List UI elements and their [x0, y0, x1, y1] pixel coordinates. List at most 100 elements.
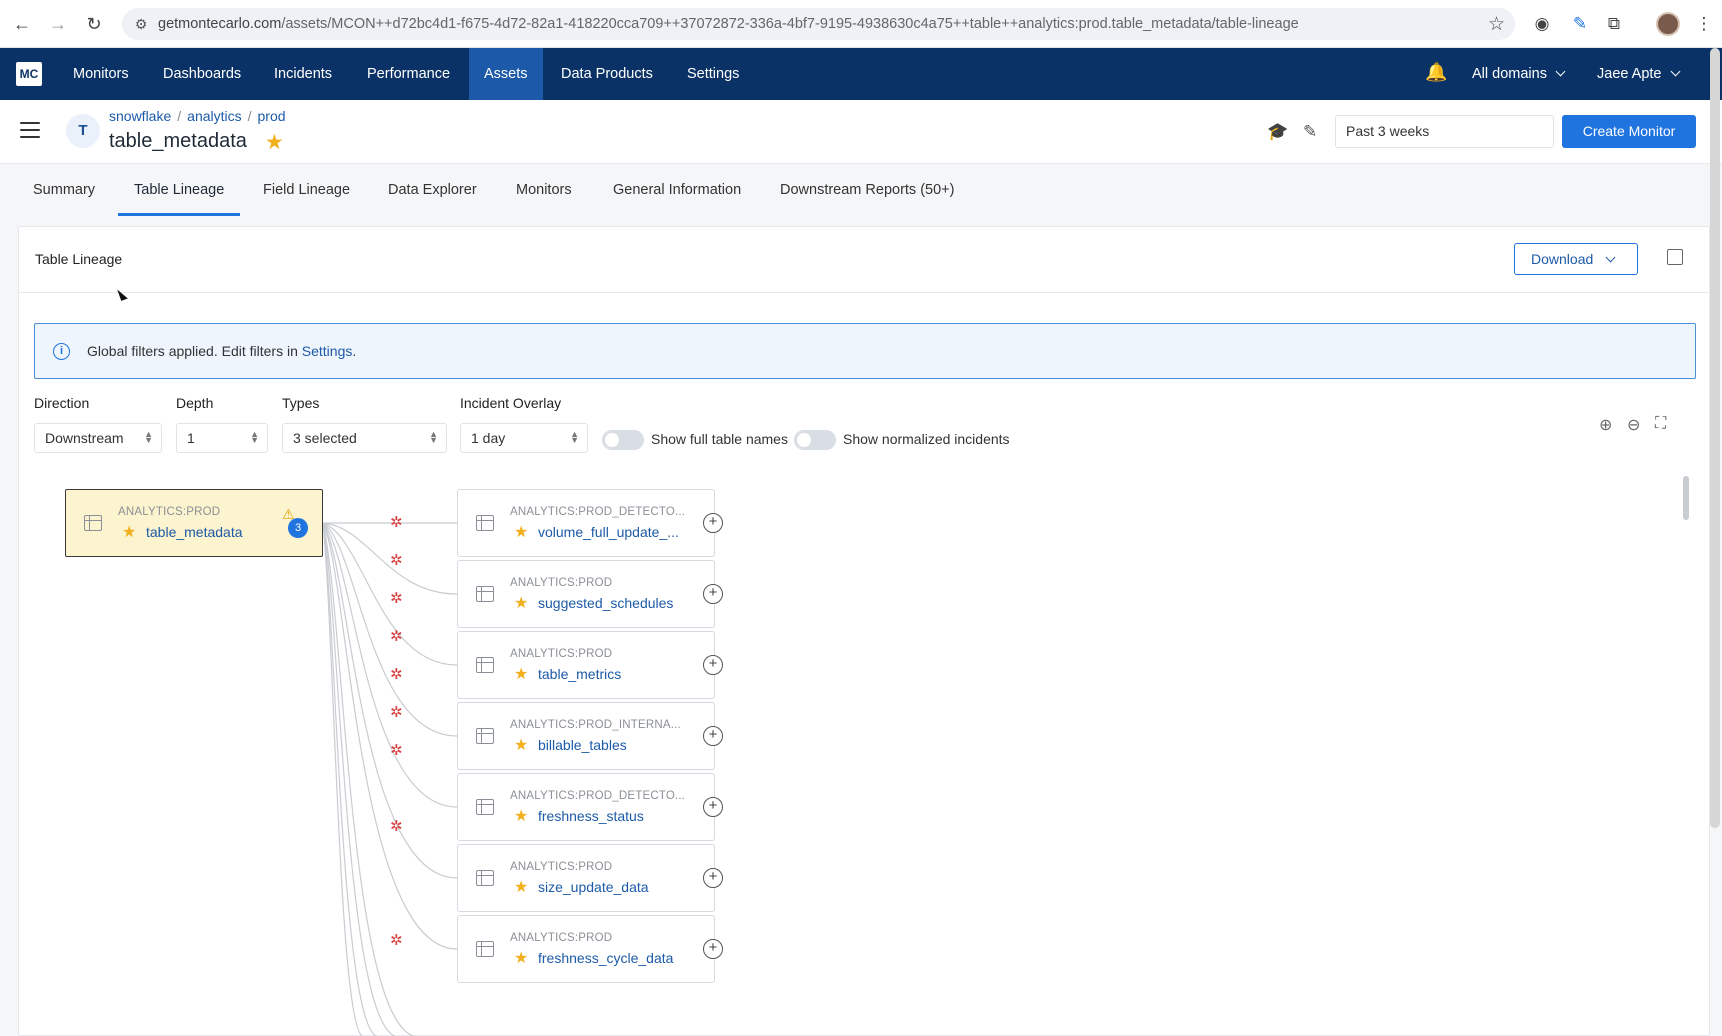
menu-icon[interactable]	[20, 122, 40, 138]
depth-select[interactable]: 1 ▲ ▼	[176, 423, 268, 453]
content-area: Summary Table Lineage Field Lineage Data…	[0, 164, 1722, 1036]
nav-assets[interactable]: Assets	[469, 48, 543, 100]
bell-icon[interactable]: 🔔	[1425, 62, 1447, 83]
expand-icon[interactable]	[1667, 249, 1683, 265]
lineage-panel: Table Lineage Download i Global filters …	[18, 226, 1710, 1036]
profile-avatar[interactable]	[1656, 12, 1680, 36]
extension-icon[interactable]: ◉	[1530, 12, 1554, 36]
chevron-down-icon	[1670, 66, 1680, 77]
airflow-icon[interactable]: ✲	[390, 589, 403, 607]
normalized-incidents-toggle[interactable]	[794, 430, 836, 450]
tab-field-lineage[interactable]: Field Lineage	[247, 164, 366, 216]
puzzle-icon[interactable]: ⧉	[1602, 12, 1626, 36]
airflow-icon[interactable]: ✲	[390, 513, 403, 531]
url-text[interactable]: getmontecarlo.com/assets/MCON++d72bc4d1-…	[158, 16, 1299, 32]
create-monitor-button[interactable]: Create Monitor	[1562, 115, 1696, 148]
table-icon	[476, 728, 494, 744]
back-icon[interactable]: ←	[10, 12, 34, 36]
graduation-cap-icon[interactable]: 🎓	[1267, 122, 1288, 142]
nav-monitors[interactable]: Monitors	[58, 48, 144, 100]
page-scrollbar[interactable]	[1710, 48, 1720, 828]
downstream-node[interactable]: ANALYTICS:PROD ★ freshness_cycle_data +	[457, 915, 723, 983]
source-table-node[interactable]: ANALYTICS:PROD ★ table_metadata ⚠ 3	[65, 489, 323, 557]
reload-icon[interactable]: ↻	[82, 12, 106, 36]
expand-node-icon[interactable]: +	[703, 726, 723, 746]
updown-icon: ▲ ▼	[144, 429, 153, 445]
expand-node-icon[interactable]: +	[703, 513, 723, 533]
node-schema: ANALYTICS:PROD	[510, 648, 613, 660]
nav-dashboards[interactable]: Dashboards	[148, 48, 256, 100]
user-name: Jaee Apte	[1597, 66, 1662, 82]
types-select[interactable]: 3 selected ▲ ▼	[282, 423, 447, 453]
breadcrumb-warehouse[interactable]: snowflake	[109, 108, 171, 124]
download-button[interactable]: Download	[1514, 243, 1638, 275]
date-range-picker[interactable]: Past 3 weeks	[1335, 115, 1554, 148]
tab-general-information[interactable]: General Information	[597, 164, 757, 216]
airflow-icon[interactable]: ✲	[390, 817, 403, 835]
breadcrumb: snowflake / analytics / prod	[109, 108, 286, 124]
lineage-graph[interactable]: ANALYTICS:PROD ★ table_metadata ⚠ 3 ✲ ✲ …	[19, 467, 1689, 1036]
nav-incidents[interactable]: Incidents	[259, 48, 347, 100]
tab-downstream-reports[interactable]: Downstream Reports (50+)	[764, 164, 970, 216]
downstream-node[interactable]: ANALYTICS:PROD_DETECTO... ★ freshness_st…	[457, 773, 723, 841]
breadcrumb-database[interactable]: analytics	[187, 108, 241, 124]
tab-bar: Summary Table Lineage Field Lineage Data…	[0, 164, 1722, 216]
downstream-node[interactable]: ANALYTICS:PROD ★ size_update_data +	[457, 844, 723, 912]
panel-header: Table Lineage Download	[19, 227, 1709, 293]
airflow-icon[interactable]: ✲	[390, 931, 403, 949]
incident-count-badge[interactable]: 3	[288, 518, 308, 538]
tab-data-explorer[interactable]: Data Explorer	[372, 164, 493, 216]
panel-title: Table Lineage	[35, 251, 123, 267]
favorite-star-icon[interactable]: ★	[265, 130, 284, 155]
downstream-node[interactable]: ANALYTICS:PROD ★ suggested_schedules +	[457, 560, 723, 628]
direction-label: Direction	[34, 395, 90, 411]
address-bar[interactable]: ⚙ getmontecarlo.com/assets/MCON++d72bc4d…	[122, 8, 1515, 40]
airflow-icon[interactable]: ✲	[390, 703, 403, 721]
downstream-node[interactable]: ANALYTICS:PROD_DETECTO... ★ volume_full_…	[457, 489, 723, 557]
forward-icon[interactable]: →	[46, 12, 70, 36]
nav-settings[interactable]: Settings	[672, 48, 754, 100]
graph-scrollbar[interactable]	[1683, 476, 1689, 520]
site-settings-icon[interactable]: ⚙	[132, 15, 150, 33]
settings-link[interactable]: Settings	[302, 343, 353, 359]
full-table-names-toggle[interactable]	[602, 430, 644, 450]
expand-node-icon[interactable]: +	[703, 797, 723, 817]
zoom-out-icon[interactable]: ⊖	[1627, 415, 1640, 435]
nav-performance[interactable]: Performance	[352, 48, 465, 100]
tab-summary[interactable]: Summary	[17, 164, 111, 216]
node-name: size_update_data	[538, 879, 649, 895]
fit-screen-icon[interactable]: ⛶	[1655, 415, 1666, 433]
downstream-node[interactable]: ANALYTICS:PROD ★ table_metrics +	[457, 631, 723, 699]
types-label: Types	[282, 395, 320, 411]
incident-overlay-select[interactable]: 1 day ▲ ▼	[460, 423, 588, 453]
url-host: getmontecarlo.com	[158, 16, 282, 32]
extension-alt-icon[interactable]: ✎	[1568, 12, 1592, 36]
more-menu-icon[interactable]: ⋮	[1692, 12, 1716, 36]
types-value: 3 selected	[293, 430, 357, 446]
pin-icon[interactable]: ✎	[1303, 122, 1317, 142]
domains-dropdown[interactable]: All domains	[1472, 48, 1566, 100]
zoom-in-icon[interactable]: ⊕	[1599, 415, 1612, 435]
breadcrumb-schema[interactable]: prod	[258, 108, 286, 124]
airflow-icon[interactable]: ✲	[390, 627, 403, 645]
table-icon	[476, 586, 494, 602]
incident-overlay-label: Incident Overlay	[460, 395, 562, 411]
airflow-icon[interactable]: ✲	[390, 551, 403, 569]
bookmark-star-icon[interactable]: ☆	[1488, 13, 1505, 36]
user-menu[interactable]: Jaee Apte	[1597, 48, 1680, 100]
airflow-icon[interactable]: ✲	[390, 741, 403, 759]
direction-select[interactable]: Downstream ▲ ▼	[34, 423, 162, 453]
expand-node-icon[interactable]: +	[703, 655, 723, 675]
node-name: suggested_schedules	[538, 595, 674, 611]
nav-data-products[interactable]: Data Products	[546, 48, 668, 100]
url-path: /assets/MCON++d72bc4d1-f675-4d72-82a1-41…	[281, 16, 1299, 32]
tab-monitors[interactable]: Monitors	[500, 164, 588, 216]
expand-node-icon[interactable]: +	[703, 939, 723, 959]
tab-table-lineage[interactable]: Table Lineage	[118, 164, 241, 216]
expand-node-icon[interactable]: +	[703, 868, 723, 888]
mc-logo[interactable]: MC	[16, 62, 42, 86]
node-schema: ANALYTICS:PROD	[510, 577, 613, 589]
downstream-node[interactable]: ANALYTICS:PROD_INTERNA... ★ billable_tab…	[457, 702, 723, 770]
expand-node-icon[interactable]: +	[703, 584, 723, 604]
airflow-icon[interactable]: ✲	[390, 665, 403, 683]
